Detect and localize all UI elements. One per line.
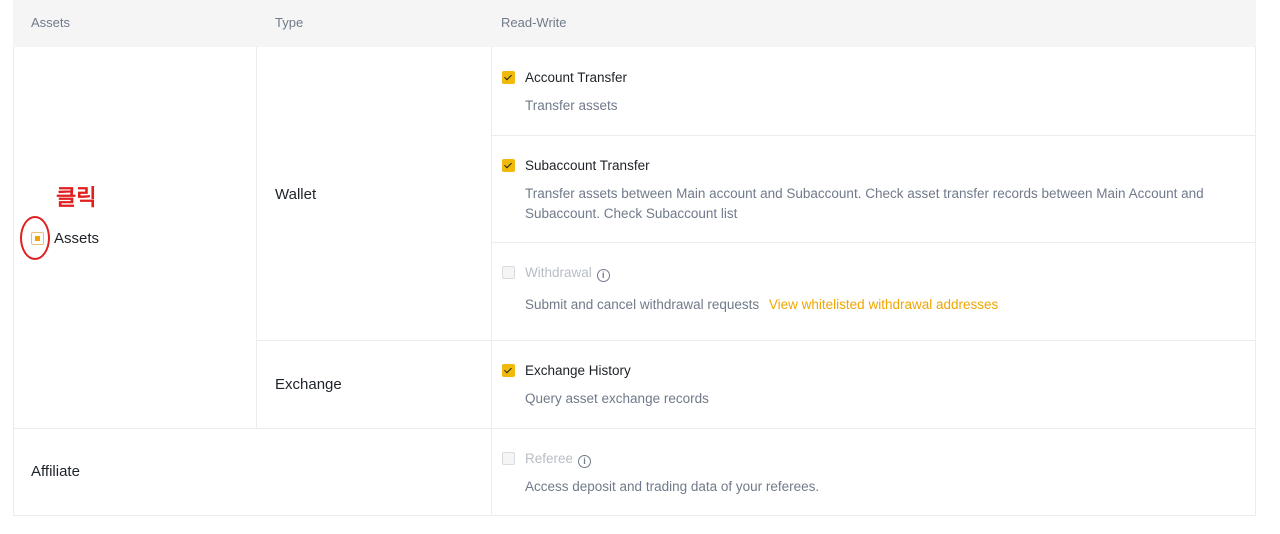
divider-type-readwrite bbox=[491, 47, 492, 516]
row-divider bbox=[492, 135, 1255, 136]
row-divider bbox=[13, 428, 1256, 429]
table-border-left bbox=[13, 47, 14, 516]
referee-title-row: Referee i bbox=[525, 451, 592, 468]
table-border-bottom bbox=[13, 515, 1256, 516]
table-header bbox=[13, 0, 1256, 47]
exchange-history-title: Exchange History bbox=[525, 363, 631, 378]
info-icon[interactable]: i bbox=[596, 269, 610, 282]
withdrawal-checkbox[interactable] bbox=[502, 266, 515, 279]
withdrawal-title: Withdrawal bbox=[525, 265, 592, 280]
account-transfer-title: Account Transfer bbox=[525, 70, 628, 85]
column-header-read-write: Read-Write bbox=[501, 15, 567, 30]
column-header-type: Type bbox=[275, 15, 304, 30]
withdrawal-desc: Submit and cancel withdrawal requests bbox=[525, 297, 760, 312]
exchange-history-checkbox[interactable] bbox=[502, 364, 515, 377]
withdrawal-desc-row: Submit and cancel withdrawal requests Vi… bbox=[525, 295, 998, 315]
view-whitelisted-addresses-link[interactable]: View whitelisted withdrawal addresses bbox=[769, 297, 998, 312]
referee-desc: Access deposit and trading data of your … bbox=[525, 479, 820, 494]
info-icon[interactable]: i bbox=[578, 455, 592, 468]
subaccount-transfer-desc: Transfer assets between Main account and… bbox=[525, 184, 1225, 224]
account-transfer-checkbox[interactable] bbox=[502, 71, 515, 84]
exchange-history-desc: Query asset exchange records bbox=[525, 391, 709, 406]
assets-group-label: Assets bbox=[54, 230, 100, 247]
subaccount-transfer-checkbox[interactable] bbox=[502, 159, 515, 172]
column-header-assets: Assets bbox=[31, 15, 71, 30]
table-border-right bbox=[1255, 47, 1256, 516]
type-wallet-label: Wallet bbox=[275, 186, 317, 203]
referee-title: Referee bbox=[525, 451, 574, 466]
subaccount-transfer-desc-line2: Subaccount. Check Subaccount list bbox=[525, 206, 738, 221]
assets-checkbox[interactable] bbox=[31, 232, 44, 245]
divider-assets-type bbox=[256, 47, 257, 428]
affiliate-group-label: Affiliate bbox=[31, 463, 80, 480]
account-transfer-desc: Transfer assets bbox=[525, 98, 618, 113]
subaccount-transfer-desc-line1: Transfer assets between Main account and… bbox=[525, 186, 1204, 201]
row-divider bbox=[257, 340, 1255, 341]
withdrawal-title-row: Withdrawal i bbox=[525, 265, 610, 282]
annotation-click-label: 클릭 bbox=[56, 185, 97, 210]
type-exchange-label: Exchange bbox=[275, 376, 342, 393]
subaccount-transfer-title: Subaccount Transfer bbox=[525, 158, 650, 173]
row-divider bbox=[492, 242, 1255, 243]
referee-checkbox[interactable] bbox=[502, 452, 515, 465]
